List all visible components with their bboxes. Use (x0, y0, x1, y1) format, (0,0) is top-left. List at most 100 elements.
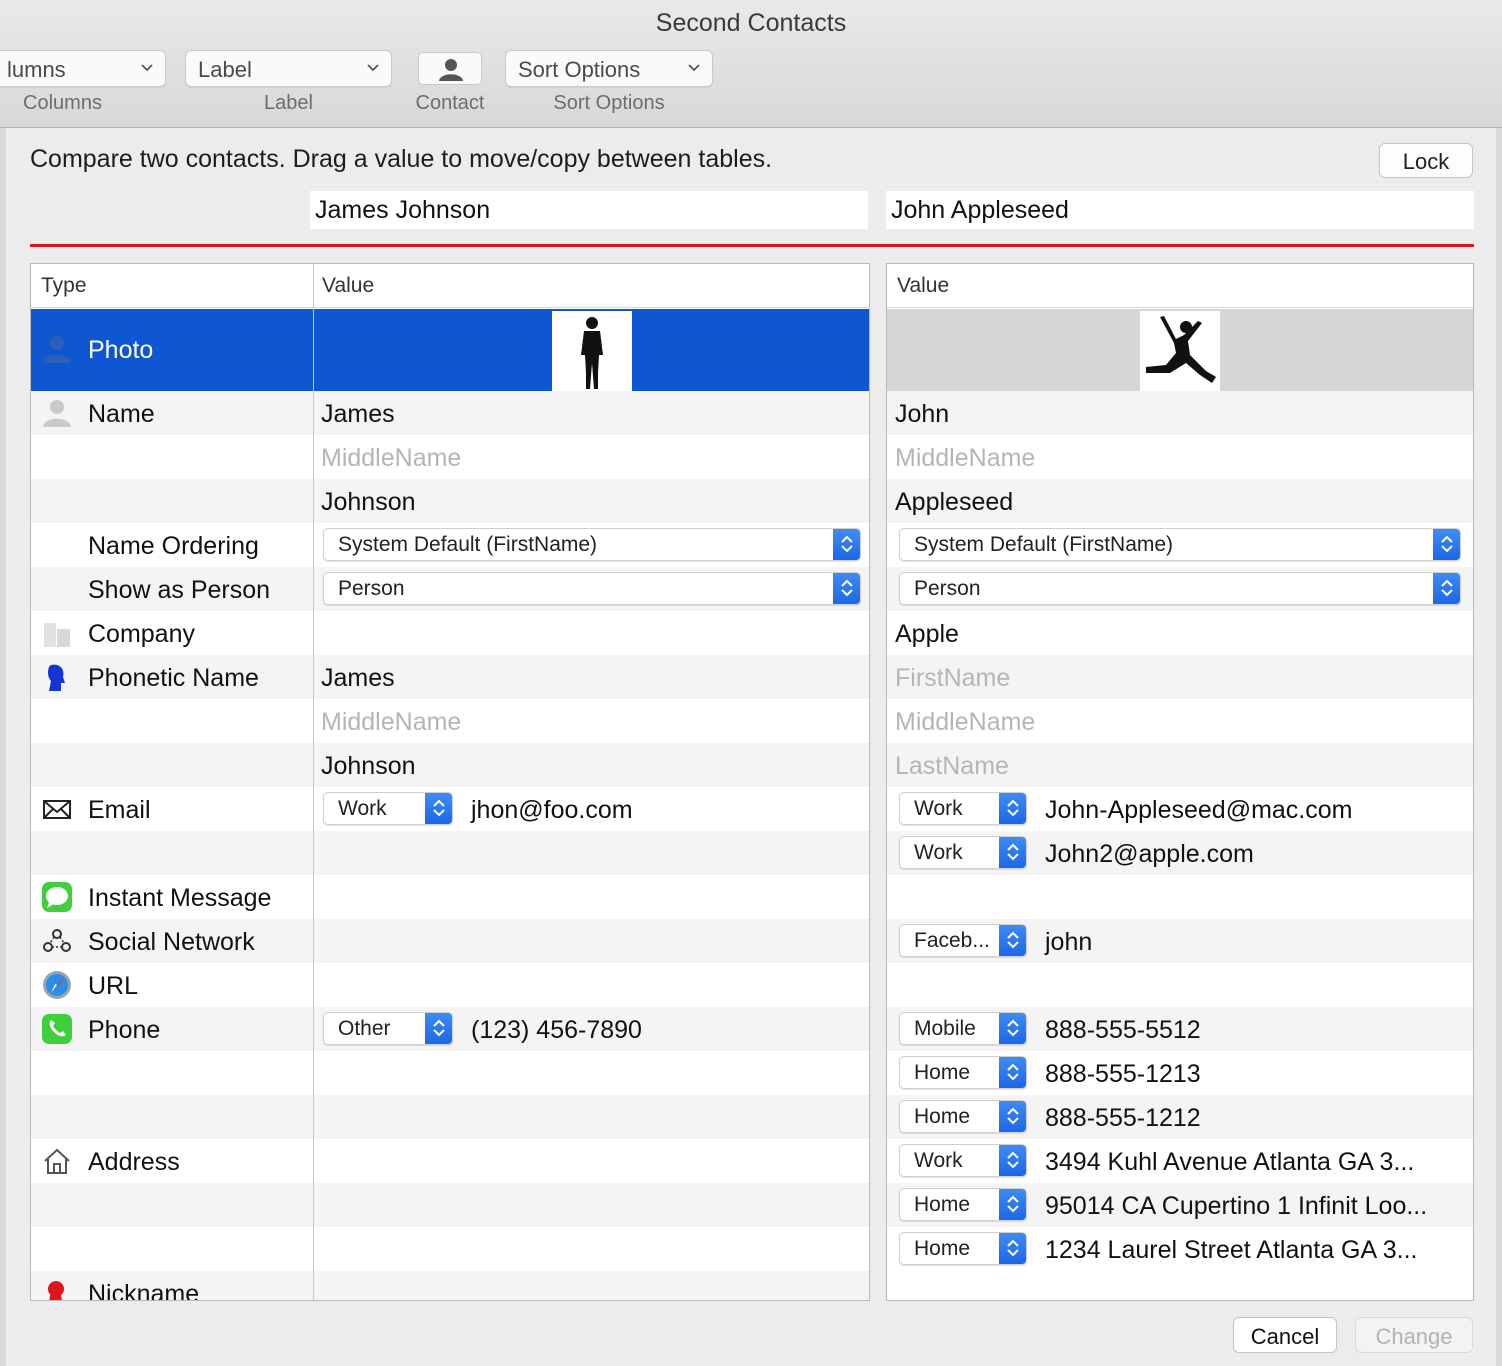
stepper-icon (999, 1233, 1026, 1264)
table-row[interactable] (31, 1051, 869, 1095)
table-row[interactable]: MiddleName (887, 435, 1473, 479)
table-row-address[interactable]: Work 3494 Kuhl Avenue Atlanta GA 3... (887, 1139, 1473, 1183)
company-value[interactable]: Apple (895, 620, 959, 649)
lock-button[interactable]: Lock (1379, 143, 1473, 178)
name-ordering-popup[interactable]: System Default (FirstName) (899, 528, 1461, 561)
table-row-phone[interactable]: Mobile 888-555-5512 (887, 1007, 1473, 1051)
table-row-address[interactable]: Home 95014 CA Cupertino 1 Infinit Loo... (887, 1183, 1473, 1227)
contact-photo[interactable] (552, 311, 632, 391)
column-header-type[interactable]: Type (41, 274, 87, 298)
table-row[interactable] (31, 831, 869, 875)
table-row[interactable]: MiddleName (31, 435, 869, 479)
phonetic-first-placeholder[interactable]: FirstName (895, 664, 1010, 693)
table-row-email[interactable]: Work John2@apple.com (887, 831, 1473, 875)
table-row-phone[interactable]: Home 888-555-1212 (887, 1095, 1473, 1139)
cancel-button[interactable]: Cancel (1233, 1317, 1337, 1353)
label-popup[interactable]: Label (185, 50, 392, 87)
columns-popup[interactable]: lumns (0, 50, 166, 87)
table-row-address[interactable]: Address (31, 1139, 869, 1183)
phone-value[interactable]: (123) 456-7890 (471, 1016, 642, 1045)
table-row[interactable] (887, 963, 1473, 1007)
table-row[interactable]: Johnson (31, 479, 869, 523)
table-row[interactable]: MiddleName (31, 699, 869, 743)
contact-photo[interactable] (1140, 311, 1220, 391)
table-row[interactable]: MiddleName (887, 699, 1473, 743)
phonetic-middle-placeholder[interactable]: MiddleName (321, 708, 461, 737)
table-row-name-ordering[interactable]: Name Ordering System Default (FirstName) (31, 523, 869, 567)
table-row[interactable]: Johnson (31, 743, 869, 787)
column-header-value[interactable]: Value (322, 274, 374, 298)
table-row-social-network[interactable]: Social Network (31, 919, 869, 963)
phonetic-first-value[interactable]: James (321, 664, 395, 693)
sort-options-popup[interactable]: Sort Options (505, 50, 713, 87)
address-label-popup[interactable]: Home (899, 1188, 1027, 1221)
table-row[interactable]: Apple (887, 611, 1473, 655)
email-label-popup[interactable]: Work (899, 836, 1027, 869)
phone-value[interactable]: 888-555-1212 (1045, 1104, 1201, 1133)
phonetic-middle-placeholder[interactable]: MiddleName (895, 708, 1035, 737)
address-label-popup[interactable]: Home (899, 1232, 1027, 1265)
table-row-url[interactable]: URL (31, 963, 869, 1007)
table-row[interactable]: FirstName (887, 655, 1473, 699)
address-value[interactable]: 1234 Laurel Street Atlanta GA 3... (1045, 1236, 1417, 1265)
table-row[interactable]: LastName (887, 743, 1473, 787)
phone-label-popup[interactable]: Home (899, 1056, 1027, 1089)
table-row[interactable] (31, 1183, 869, 1227)
table-row[interactable]: Appleseed (887, 479, 1473, 523)
table-row[interactable] (31, 1095, 869, 1139)
phone-value[interactable]: 888-555-1213 (1045, 1060, 1201, 1089)
table-row-instant-message[interactable]: Instant Message (31, 875, 869, 919)
table-row-email[interactable]: Work John-Appleseed@mac.com (887, 787, 1473, 831)
middle-name-placeholder[interactable]: MiddleName (895, 444, 1035, 473)
table-row-photo[interactable]: Photo (31, 309, 869, 391)
phone-label-popup[interactable]: Other (323, 1012, 453, 1045)
address-value[interactable]: 95014 CA Cupertino 1 Infinit Loo... (1045, 1192, 1427, 1221)
show-as-popup[interactable]: Person (899, 572, 1461, 605)
right-contact-table[interactable]: Value John MiddleName Appleseed System D… (886, 263, 1474, 1301)
table-row[interactable]: John (887, 391, 1473, 435)
email-value[interactable]: John-Appleseed@mac.com (1045, 796, 1352, 825)
table-row-email[interactable]: Email Work jhon@foo.com (31, 787, 869, 831)
last-name-value[interactable]: Johnson (321, 488, 416, 517)
first-name-value[interactable]: James (321, 400, 395, 429)
phone-value[interactable]: 888-555-5512 (1045, 1016, 1201, 1045)
table-row-phonetic-name[interactable]: Phonetic Name James (31, 655, 869, 699)
contact-button[interactable] (418, 52, 482, 85)
email-label-popup[interactable]: Work (323, 792, 453, 825)
change-button[interactable]: Change (1355, 1317, 1473, 1353)
middle-name-placeholder[interactable]: MiddleName (321, 444, 461, 473)
column-divider[interactable] (313, 264, 314, 1300)
table-row-name[interactable]: Name James (31, 391, 869, 435)
table-row-photo[interactable] (887, 309, 1473, 391)
table-row[interactable] (887, 875, 1473, 919)
show-as-popup[interactable]: Person (323, 572, 861, 605)
email-value[interactable]: jhon@foo.com (471, 796, 633, 825)
name-ordering-popup[interactable]: System Default (FirstName) (323, 528, 861, 561)
table-row-address[interactable]: Home 1234 Laurel Street Atlanta GA 3... (887, 1227, 1473, 1271)
table-row-phone[interactable]: Phone Other (123) 456-7890 (31, 1007, 869, 1051)
column-header-value[interactable]: Value (897, 274, 949, 298)
email-label-popup[interactable]: Work (899, 792, 1027, 825)
last-name-value[interactable]: Appleseed (895, 488, 1013, 517)
table-row-nickname[interactable]: Nickname (31, 1271, 869, 1300)
stepper-icon (999, 837, 1026, 868)
first-name-value[interactable]: John (895, 400, 949, 429)
phonetic-last-value[interactable]: Johnson (321, 752, 416, 781)
address-label-popup[interactable]: Work (899, 1144, 1027, 1177)
stepper-icon (833, 529, 860, 560)
table-row-phone[interactable]: Home 888-555-1213 (887, 1051, 1473, 1095)
table-row-company[interactable]: Company (31, 611, 869, 655)
social-value[interactable]: john (1045, 928, 1092, 957)
social-label-popup[interactable]: Faceb... (899, 924, 1027, 957)
phone-label-popup[interactable]: Home (899, 1100, 1027, 1133)
left-contact-table[interactable]: Type Value Photo Name James MiddleName J… (30, 263, 870, 1301)
phonetic-last-placeholder[interactable]: LastName (895, 752, 1009, 781)
address-value[interactable]: 3494 Kuhl Avenue Atlanta GA 3... (1045, 1148, 1414, 1177)
table-row[interactable]: System Default (FirstName) (887, 523, 1473, 567)
table-row-social[interactable]: Faceb... john (887, 919, 1473, 963)
phone-label-popup[interactable]: Mobile (899, 1012, 1027, 1045)
table-row[interactable]: Person (887, 567, 1473, 611)
table-row[interactable] (31, 1227, 869, 1271)
email-value[interactable]: John2@apple.com (1045, 840, 1254, 869)
table-row-show-as-person[interactable]: Show as Person Person (31, 567, 869, 611)
